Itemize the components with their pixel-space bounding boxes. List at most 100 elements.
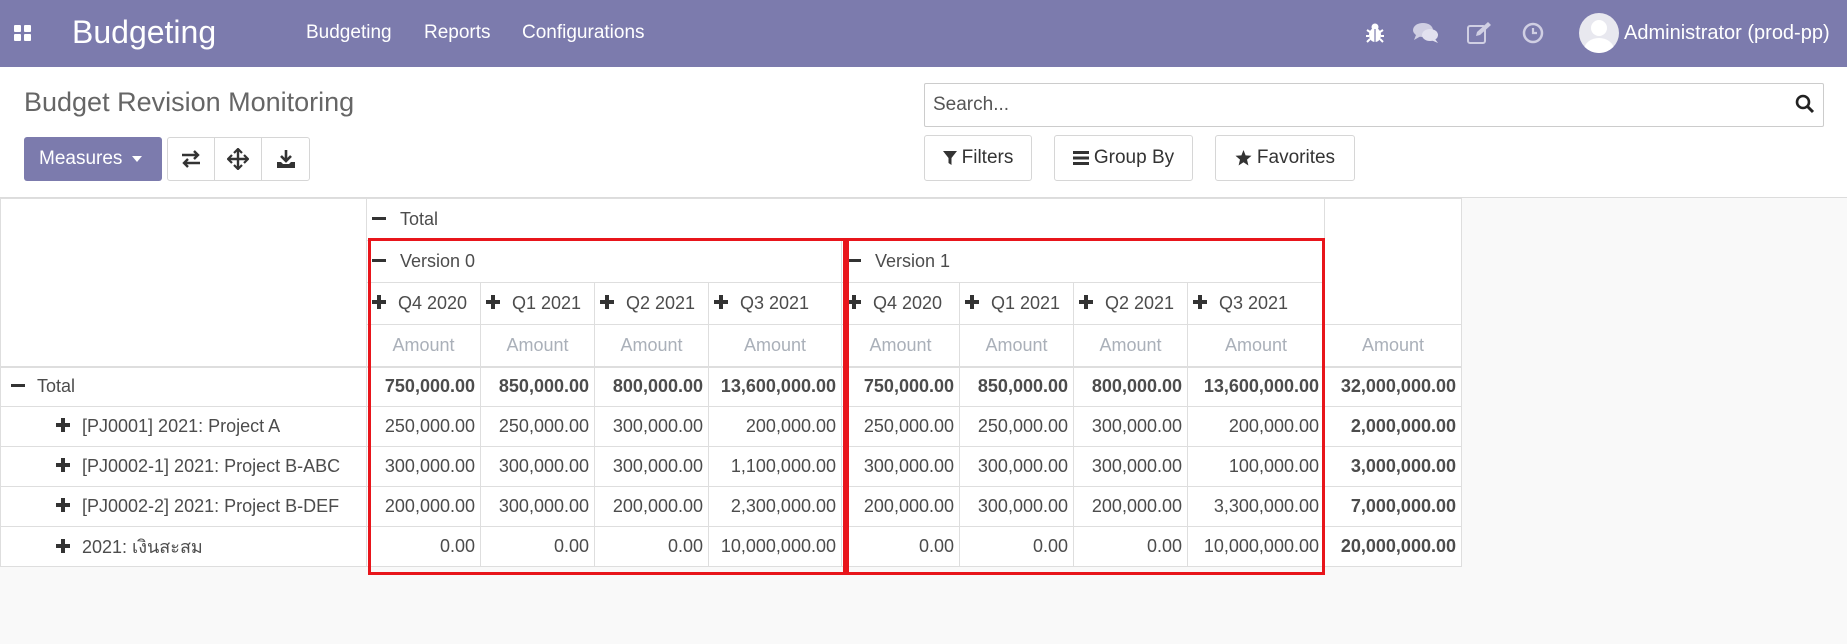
collapse-icon [372,216,386,220]
table-cell[interactable]: 200,000.00 [366,486,481,527]
table-cell[interactable]: 100,000.00 [1187,446,1325,487]
clock-icon[interactable] [1520,20,1548,48]
row-header[interactable]: 2021: เงินสะสม [0,526,367,567]
col-header-period[interactable]: Q1 2021 [480,282,595,325]
col-header-period[interactable]: Q3 2021 [708,282,842,325]
row-total-cell[interactable]: 2,000,000.00 [1324,406,1462,447]
table-cell[interactable]: 800,000.00 [1073,366,1188,407]
table-cell[interactable]: 300,000.00 [959,486,1074,527]
table-cell[interactable]: 200,000.00 [1073,486,1188,527]
table-cell[interactable]: 0.00 [594,526,709,567]
menu-budgeting[interactable]: Budgeting [306,22,392,44]
table-cell[interactable]: 250,000.00 [366,406,481,447]
row-total-cell[interactable]: 7,000,000.00 [1324,486,1462,527]
filters-button[interactable]: Filters [924,135,1032,181]
table-cell[interactable]: 300,000.00 [959,446,1074,487]
table-cell[interactable]: 200,000.00 [594,486,709,527]
table-cell[interactable]: 300,000.00 [1073,406,1188,447]
table-cell[interactable]: 300,000.00 [480,486,595,527]
table-cell[interactable]: 13,600,000.00 [1187,366,1325,407]
row-total-cell[interactable]: 3,000,000.00 [1324,446,1462,487]
table-cell[interactable]: 13,600,000.00 [708,366,842,407]
measure-header[interactable]: Amount [1187,324,1325,368]
col-header-period[interactable]: Q2 2021 [1073,282,1188,325]
search-input[interactable] [933,92,1783,118]
expand-icon [965,295,979,310]
row-total-cell[interactable]: 32,000,000.00 [1324,366,1462,407]
menu-reports[interactable]: Reports [424,22,491,44]
measure-header[interactable]: Amount [959,324,1074,368]
table-cell[interactable]: 250,000.00 [959,406,1074,447]
measure-header[interactable]: Amount [1073,324,1188,368]
col-header-period[interactable]: Q3 2021 [1187,282,1325,325]
measures-label: Measures [39,148,123,169]
bug-icon[interactable] [1362,20,1390,48]
expand-icon [56,498,70,513]
expand-icon [600,295,614,310]
col-header-period[interactable]: Q4 2020 [366,282,481,325]
measure-header[interactable]: Amount [366,324,481,368]
table-cell[interactable]: 1,100,000.00 [708,446,842,487]
top-navbar: Budgeting Budgeting Reports Configuratio… [0,0,1847,67]
col-header-total[interactable]: Total [366,198,1325,241]
expand-all-icon[interactable] [215,138,262,180]
table-cell[interactable]: 3,300,000.00 [1187,486,1325,527]
menu-configurations[interactable]: Configurations [522,22,645,44]
table-cell[interactable]: 200,000.00 [1187,406,1325,447]
chat-icon[interactable] [1412,20,1440,48]
filter-icon [942,151,957,165]
user-menu[interactable]: Administrator (prod-pp) [1579,12,1830,54]
search-icon[interactable] [1795,94,1815,119]
table-cell[interactable]: 850,000.00 [480,366,595,407]
table-cell[interactable]: 750,000.00 [841,366,960,407]
measures-button[interactable]: Measures [24,137,162,181]
list-icon [1072,151,1089,165]
table-cell[interactable]: 0.00 [841,526,960,567]
measure-header[interactable]: Amount [708,324,842,368]
col-header-period[interactable]: Q4 2020 [841,282,960,325]
table-cell[interactable]: 0.00 [959,526,1074,567]
table-row: [PJ0002-1] 2021: Project B-ABC 300,000.00… [0,446,1462,487]
row-header[interactable]: Total [0,366,367,407]
measure-header[interactable]: Amount [1324,324,1462,368]
row-header[interactable]: [PJ0002-2] 2021: Project B-DEF [0,486,367,527]
col-header-period[interactable]: Q1 2021 [959,282,1074,325]
favorites-button[interactable]: Favorites [1215,135,1355,181]
col-header-version-0[interactable]: Version 0 [366,240,842,283]
col-header-version-1[interactable]: Version 1 [841,240,1325,283]
table-cell[interactable]: 200,000.00 [708,406,842,447]
row-total-cell[interactable]: 20,000,000.00 [1324,526,1462,567]
total-column-header-spacer [1324,198,1462,325]
table-cell[interactable]: 850,000.00 [959,366,1074,407]
group-by-button[interactable]: Group By [1054,135,1193,181]
download-icon[interactable] [262,138,309,180]
table-cell[interactable]: 250,000.00 [841,406,960,447]
edit-icon[interactable] [1466,20,1494,48]
table-cell[interactable]: 300,000.00 [480,446,595,487]
table-cell[interactable]: 250,000.00 [480,406,595,447]
row-header[interactable]: [PJ0002-1] 2021: Project B-ABC [0,446,367,487]
table-cell[interactable]: 2,300,000.00 [708,486,842,527]
table-cell[interactable]: 300,000.00 [841,446,960,487]
table-cell[interactable]: 300,000.00 [594,406,709,447]
table-cell[interactable]: 10,000,000.00 [708,526,842,567]
table-cell[interactable]: 300,000.00 [594,446,709,487]
measure-header[interactable]: Amount [841,324,960,368]
table-cell[interactable]: 300,000.00 [1073,446,1188,487]
flip-axis-icon[interactable] [168,138,215,180]
col-header-period[interactable]: Q2 2021 [594,282,709,325]
table-cell[interactable]: 10,000,000.00 [1187,526,1325,567]
table-cell[interactable]: 0.00 [480,526,595,567]
measure-header[interactable]: Amount [594,324,709,368]
table-cell[interactable]: 0.00 [1073,526,1188,567]
table-cell[interactable]: 800,000.00 [594,366,709,407]
table-cell[interactable]: 200,000.00 [841,486,960,527]
apps-menu-icon[interactable] [14,25,32,41]
table-cell[interactable]: 300,000.00 [366,446,481,487]
measure-header[interactable]: Amount [480,324,595,368]
row-header[interactable]: [PJ0001] 2021: Project A [0,406,367,447]
table-cell[interactable]: 750,000.00 [366,366,481,407]
control-panel: Budget Revision Monitoring Measures Filt… [0,67,1847,198]
group-by-label: Group By [1093,147,1175,168]
table-cell[interactable]: 0.00 [366,526,481,567]
